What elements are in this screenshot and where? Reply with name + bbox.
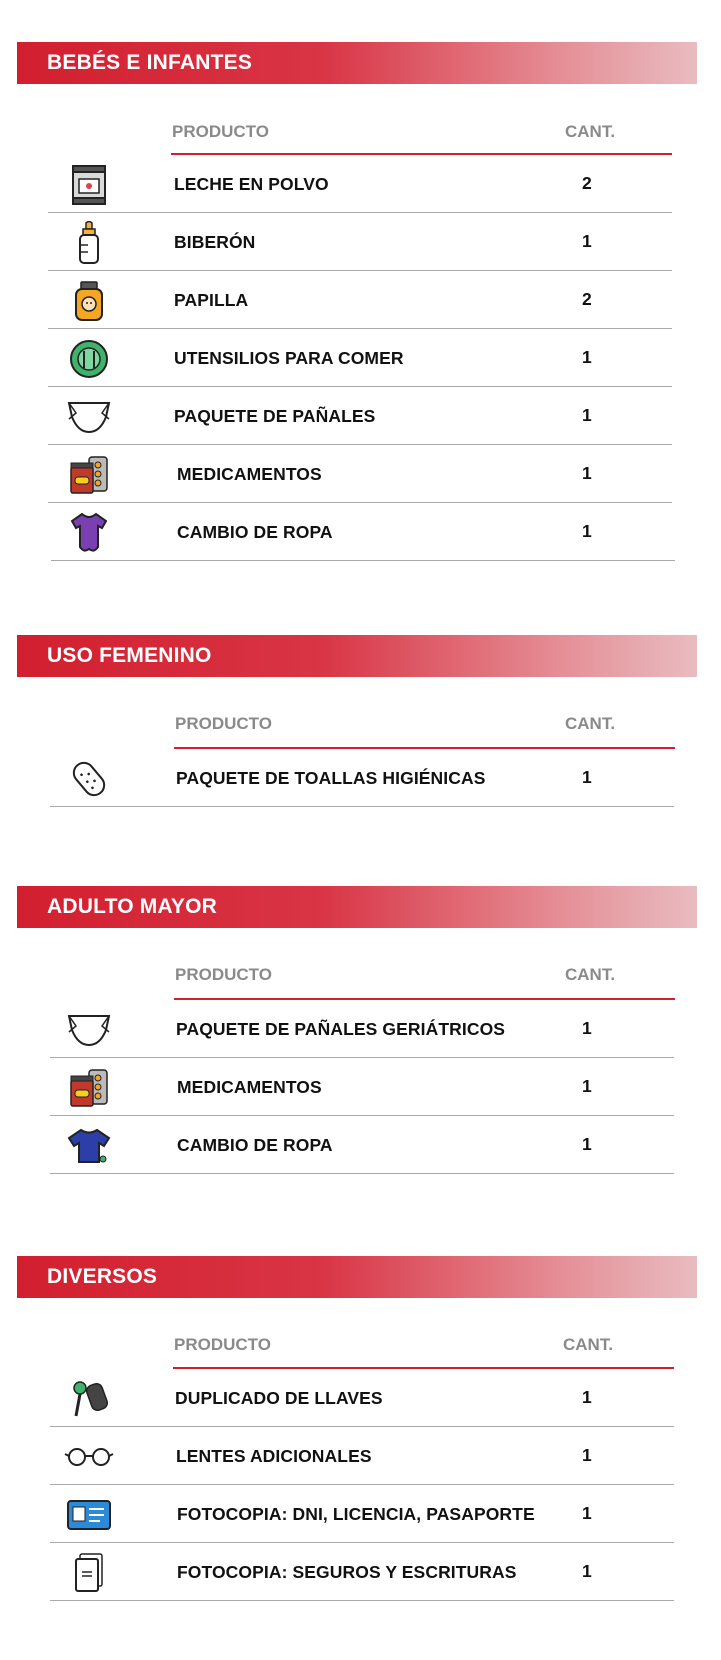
- row-divider: [50, 1172, 674, 1174]
- eating-utensils-icon: [64, 338, 114, 380]
- column-header-product: PRODUCTO: [174, 1335, 271, 1354]
- product-quantity: 1: [582, 1018, 592, 1038]
- section-banner: ADULTO MAYOR: [17, 886, 697, 928]
- glasses-icon: [64, 1436, 114, 1478]
- document-copy-icon: [64, 1552, 114, 1594]
- product-quantity: 1: [582, 347, 592, 367]
- table-row: MEDICAMENTOS 1: [0, 445, 721, 503]
- table-row: PAQUETE DE PAÑALES GERIÁTRICOS 1: [0, 1000, 721, 1058]
- column-header-quantity: CANT.: [565, 965, 616, 984]
- product-quantity: 1: [582, 521, 592, 541]
- row-divider: [50, 805, 674, 807]
- section-title: DIVERSOS: [47, 1265, 158, 1288]
- diaper-icon: [64, 396, 114, 438]
- product-quantity: 1: [582, 1445, 592, 1465]
- medicine-icon: [64, 454, 114, 496]
- product-quantity: 1: [582, 1503, 592, 1523]
- table-row: CAMBIO DE ROPA 1: [0, 1116, 721, 1174]
- product-name: FOTOCOPIA: SEGUROS Y ESCRITURAS: [177, 1562, 517, 1582]
- row-divider: [51, 559, 675, 561]
- sanitary-pad-icon: [64, 758, 114, 800]
- column-header-product: PRODUCTO: [175, 965, 272, 984]
- table-row: LENTES ADICIONALES 1: [0, 1427, 721, 1485]
- product-quantity: 1: [582, 463, 592, 483]
- product-quantity: 1: [582, 405, 592, 425]
- product-name: CAMBIO DE ROPA: [177, 522, 333, 542]
- medicine-icon: [64, 1067, 114, 1109]
- product-name: MEDICAMENTOS: [177, 464, 322, 484]
- table-row: MEDICAMENTOS 1: [0, 1058, 721, 1116]
- product-quantity: 2: [582, 289, 592, 309]
- column-header-product: PRODUCTO: [175, 714, 272, 733]
- section-banner: BEBÉS E INFANTES: [17, 42, 697, 84]
- product-name: BIBERÓN: [174, 232, 256, 252]
- keys-icon: [64, 1378, 114, 1420]
- baby-bottle-icon: [64, 221, 114, 264]
- table-header: PRODUCTO CANT.: [0, 961, 721, 991]
- product-name: PAQUETE DE PAÑALES: [174, 406, 376, 426]
- table-row: PAQUETE DE PAÑALES 1: [0, 387, 721, 445]
- product-name: FOTOCOPIA: DNI, LICENCIA, PASAPORTE: [177, 1504, 535, 1524]
- id-card-icon: [64, 1494, 114, 1536]
- baby-food-jar-icon: [64, 280, 114, 322]
- column-header-quantity: CANT.: [565, 122, 616, 141]
- product-quantity: 1: [582, 1561, 592, 1581]
- table-row: DUPLICADO DE LLAVES 1: [0, 1369, 721, 1427]
- section-banner: DIVERSOS: [17, 1256, 697, 1298]
- table-row: FOTOCOPIA: DNI, LICENCIA, PASAPORTE 1: [0, 1485, 721, 1543]
- table-row: PAPILLA 2: [0, 271, 721, 329]
- table-row: FOTOCOPIA: SEGUROS Y ESCRITURAS 1: [0, 1543, 721, 1601]
- product-name: PAQUETE DE TOALLAS HIGIÉNICAS: [176, 768, 486, 788]
- column-header-quantity: CANT.: [563, 1335, 614, 1354]
- product-quantity: 1: [582, 1387, 592, 1407]
- section-title: BEBÉS E INFANTES: [47, 51, 253, 74]
- product-quantity: 1: [582, 1134, 592, 1154]
- product-name: LENTES ADICIONALES: [176, 1446, 372, 1466]
- product-name: DUPLICADO DE LLAVES: [175, 1388, 383, 1408]
- table-header: PRODUCTO CANT.: [0, 1331, 721, 1361]
- baby-onesie-icon: [64, 512, 114, 554]
- product-name: LECHE EN POLVO: [174, 174, 329, 194]
- section-title: USO FEMENINO: [47, 644, 212, 667]
- product-name: MEDICAMENTOS: [177, 1077, 322, 1097]
- column-header-product: PRODUCTO: [172, 122, 269, 141]
- product-name: PAQUETE DE PAÑALES GERIÁTRICOS: [176, 1019, 506, 1039]
- product-quantity: 1: [582, 231, 592, 251]
- diaper-icon: [64, 1009, 114, 1051]
- product-name: CAMBIO DE ROPA: [177, 1135, 333, 1155]
- table-row: PAQUETE DE TOALLAS HIGIÉNICAS 1: [0, 749, 721, 807]
- product-quantity: 1: [582, 767, 592, 787]
- product-name: PAPILLA: [174, 290, 249, 310]
- table-row: CAMBIO DE ROPA 1: [0, 503, 721, 561]
- table-header: PRODUCTO CANT.: [0, 118, 721, 148]
- column-header-quantity: CANT.: [565, 714, 616, 733]
- adult-shirt-icon: [64, 1125, 114, 1167]
- product-quantity: 1: [582, 1076, 592, 1096]
- row-divider: [50, 1599, 674, 1601]
- table-row: UTENSILIOS PARA COMER 1: [0, 329, 721, 387]
- table-row: LECHE EN POLVO 2: [0, 155, 721, 213]
- section-title: ADULTO MAYOR: [47, 895, 218, 918]
- table-header: PRODUCTO CANT.: [0, 710, 721, 740]
- section-banner: USO FEMENINO: [17, 635, 697, 677]
- milk-powder-can-icon: [64, 164, 114, 206]
- product-quantity: 2: [582, 173, 592, 193]
- table-row: BIBERÓN 1: [0, 213, 721, 271]
- product-name: UTENSILIOS PARA COMER: [174, 348, 404, 368]
